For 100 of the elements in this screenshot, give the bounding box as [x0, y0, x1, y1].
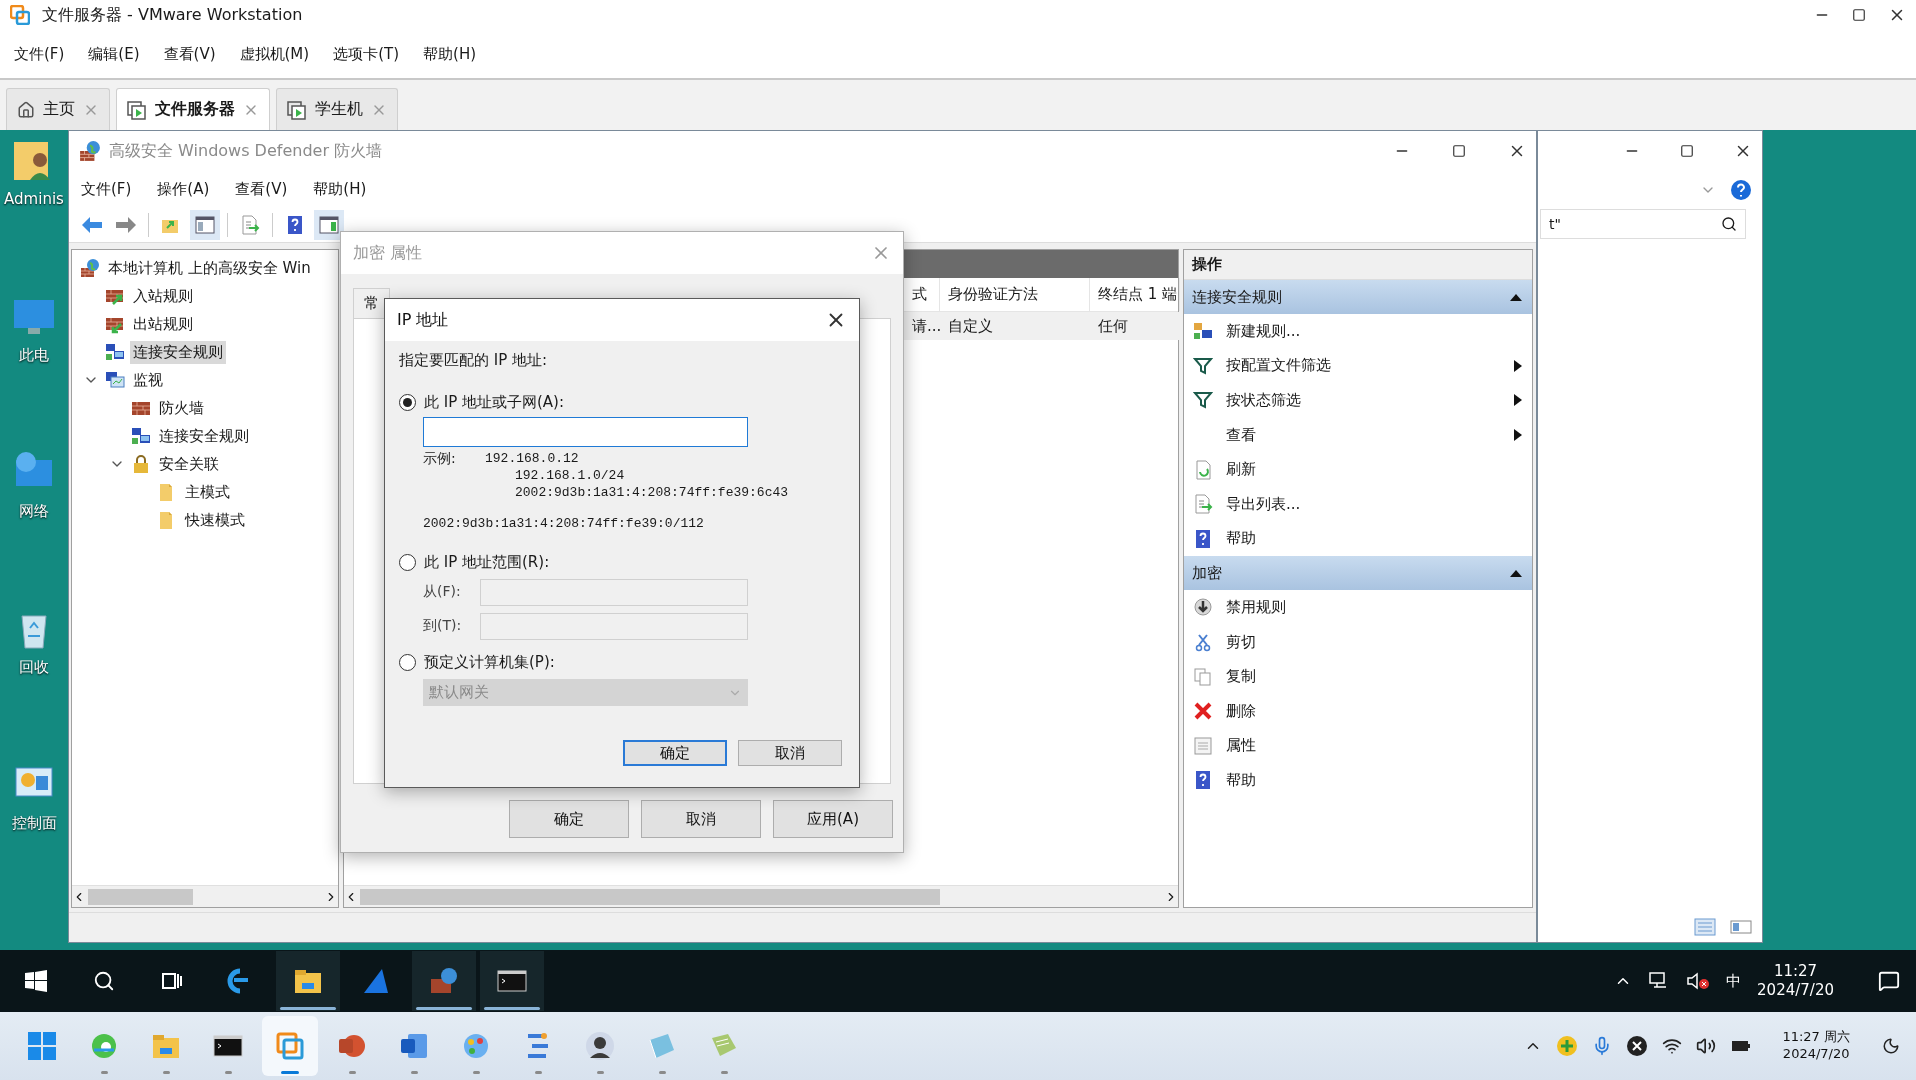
horizontal-scrollbar[interactable]	[72, 885, 338, 907]
desktop-icon-label[interactable]: 网络	[19, 502, 49, 521]
tree-item[interactable]: 主模式	[182, 480, 233, 504]
search-field[interactable]: t"	[1540, 209, 1746, 239]
moon-icon[interactable]	[1882, 1037, 1900, 1055]
close-circle-icon[interactable]	[1626, 1035, 1649, 1057]
tree-item[interactable]: 防火墙	[156, 396, 207, 420]
menu-item[interactable]: 选项卡(T)	[333, 44, 400, 64]
tree-item[interactable]: 连接安全规则	[130, 340, 226, 364]
maximize-icon[interactable]	[1852, 8, 1866, 22]
prompt-text: 指定要匹配的 IP 地址:	[399, 351, 549, 371]
arrow-left-icon	[81, 215, 103, 234]
tree-item[interactable]: 本地计算机 上的高级安全 Win	[105, 256, 314, 280]
tab[interactable]: 文件服务器	[116, 88, 270, 130]
clock[interactable]: 11:27 周六 2024/7/20	[1782, 1029, 1850, 1063]
action-item[interactable]: 刷新	[1184, 452, 1532, 487]
action-item[interactable]: 按配置文件筛选	[1184, 348, 1532, 384]
taskbar-app-button[interactable]	[480, 951, 544, 1011]
input-method-indicator[interactable]: 中	[1726, 971, 1742, 991]
globe-wall-icon	[79, 140, 101, 162]
action-item[interactable]: 帮助	[1184, 521, 1532, 557]
section-header[interactable]: 加密	[1184, 556, 1532, 591]
horizontal-scrollbar[interactable]	[344, 885, 1178, 907]
maximize-icon[interactable]	[1452, 144, 1466, 158]
menu-item[interactable]: 查看(V)	[163, 44, 216, 64]
radio-button[interactable]	[399, 393, 416, 411]
delete-icon	[1193, 701, 1213, 722]
scrollbar-thumb[interactable]	[88, 888, 193, 905]
desktop-icon-label[interactable]: 此电	[19, 346, 49, 365]
wifi-icon[interactable]	[1662, 1036, 1683, 1056]
export-icon	[1193, 494, 1213, 515]
menu-item[interactable]: 虚拟机(M)	[239, 44, 310, 64]
action-item[interactable]: 删除	[1184, 693, 1532, 729]
plus-badge-icon[interactable]	[1556, 1035, 1579, 1057]
radio-label[interactable]: 预定义计算机集(P):	[424, 652, 555, 672]
action-item[interactable]: 帮助	[1184, 763, 1532, 798]
maximize-icon[interactable]	[1680, 144, 1694, 158]
field-label: 到(T):	[423, 617, 463, 635]
radio-label[interactable]: 此 IP 地址范围(R):	[424, 552, 550, 572]
search-icon[interactable]	[1721, 216, 1737, 232]
tree-item[interactable]: 快速模式	[182, 508, 248, 532]
volume-muted-icon[interactable]	[1686, 971, 1711, 991]
menu-item[interactable]: 文件(F)	[81, 179, 132, 199]
clock[interactable]: 11:27 2024/7/20	[1757, 961, 1834, 1001]
task-view-icon	[161, 970, 183, 992]
action-pane-button[interactable]	[314, 209, 344, 240]
tree-item[interactable]: 入站规则	[130, 284, 196, 308]
taskbar-app-button[interactable]	[412, 951, 476, 1011]
section-header[interactable]: 连接安全规则	[1184, 280, 1532, 314]
help-icon[interactable]	[1730, 179, 1752, 201]
action-item[interactable]: 禁用规则	[1184, 590, 1532, 625]
tab[interactable]: 主页	[6, 88, 110, 130]
tree-item[interactable]: 连接安全规则	[156, 424, 252, 448]
tree-item[interactable]: 安全关联	[156, 452, 222, 476]
column-header[interactable]: 终结点 1 端	[1090, 278, 1180, 311]
dialog-button[interactable]: 取消	[641, 800, 761, 838]
collapse-icon[interactable]	[1510, 569, 1522, 578]
field-label: 从(F):	[423, 583, 462, 601]
desktop-icon-label[interactable]: 回收	[19, 658, 49, 677]
radio-button[interactable]	[399, 653, 416, 671]
notification-icon[interactable]	[1878, 970, 1900, 992]
filter-icon	[1193, 355, 1213, 376]
dialog-button[interactable]: 确定	[623, 740, 727, 766]
tree-item[interactable]: 出站规则	[130, 312, 196, 336]
dialog-button[interactable]: 应用(A)	[773, 800, 893, 838]
menu-item[interactable]: 帮助(H)	[423, 44, 476, 64]
radio-button[interactable]	[399, 553, 416, 571]
action-item[interactable]: 复制	[1184, 659, 1532, 694]
menu-item[interactable]: 操作(A)	[157, 179, 210, 199]
action-item[interactable]: 剪切	[1184, 624, 1532, 660]
volume-icon[interactable]	[1696, 1036, 1717, 1056]
collapse-icon[interactable]	[1510, 293, 1522, 301]
scrollbar-thumb[interactable]	[360, 888, 940, 905]
dialog-button[interactable]: 取消	[738, 740, 842, 766]
action-item[interactable]: 导出列表...	[1184, 486, 1532, 522]
tiles-view-icon[interactable]	[1730, 918, 1752, 936]
column-header[interactable]: 身份验证方法	[940, 278, 1090, 311]
menu-item[interactable]: 编辑(E)	[88, 44, 140, 64]
tab[interactable]: 学生机	[276, 88, 398, 130]
vm-icon	[287, 99, 307, 120]
table-row[interactable]: 请... 自定义 任何	[904, 312, 1180, 340]
desktop-icon-label[interactable]: Adminis	[4, 190, 64, 208]
desktop-icon-label[interactable]: 控制面	[11, 814, 57, 833]
action-item[interactable]: 新建规则...	[1184, 314, 1532, 349]
dialog-button[interactable]: 确定	[509, 800, 629, 838]
example-text: 2002:9d3b:1a31:4:208:74ff:fe39:6c43	[515, 484, 790, 501]
taskbar-app-button[interactable]	[276, 951, 340, 1011]
menu-item[interactable]: 帮助(H)	[313, 179, 367, 199]
tree-item[interactable]: 监视	[130, 368, 166, 392]
action-item[interactable]: 查看	[1184, 417, 1532, 453]
action-item[interactable]: 属性	[1184, 728, 1532, 764]
radio-label[interactable]: 此 IP 地址或子网(A):	[424, 392, 565, 412]
menu-item[interactable]: 文件(F)	[14, 44, 65, 64]
windows-logo-icon	[25, 970, 47, 992]
action-item[interactable]: 按状态筛选	[1184, 383, 1532, 418]
menu-item[interactable]: 查看(V)	[235, 179, 288, 199]
tree-toggle-button[interactable]	[190, 209, 220, 240]
input-field[interactable]	[423, 417, 748, 447]
arrow-right-icon	[115, 215, 137, 234]
active-indicator	[280, 1007, 336, 1010]
